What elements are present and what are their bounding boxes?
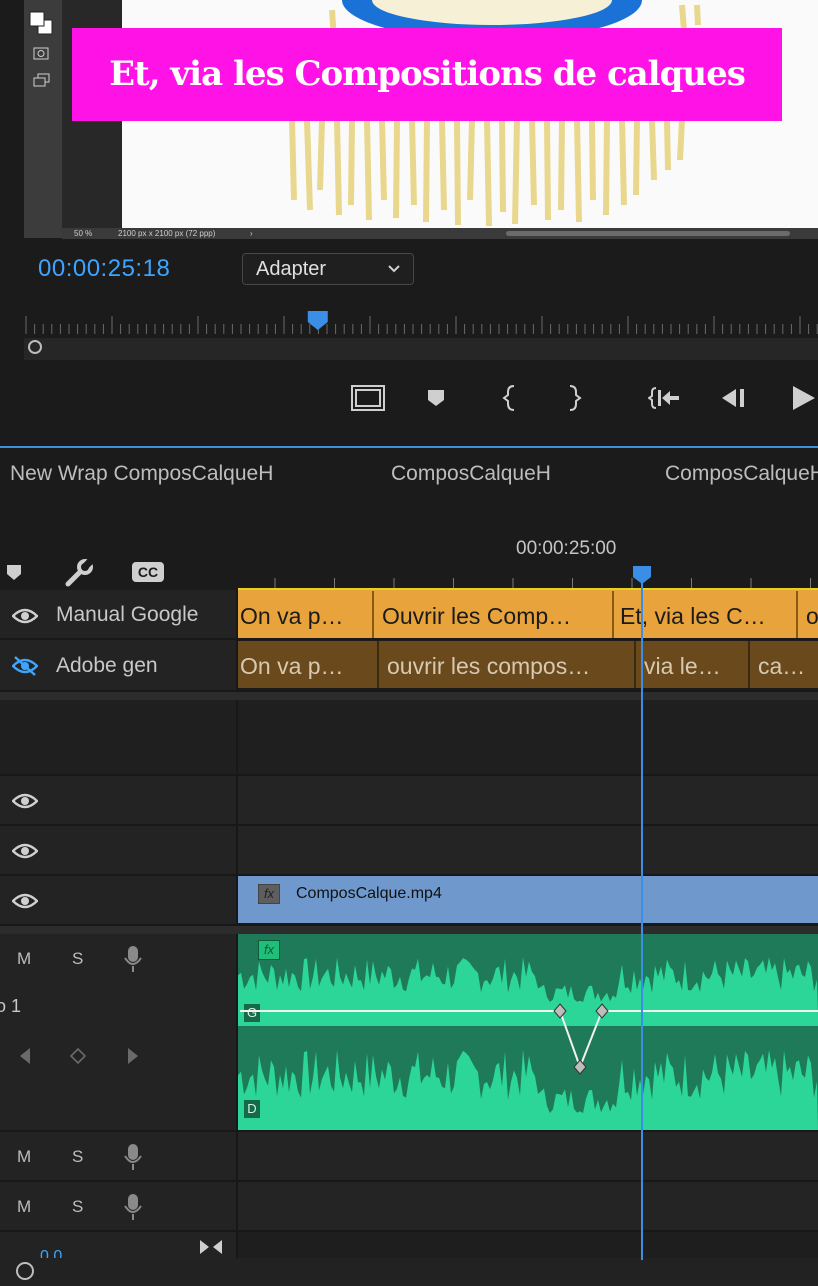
microphone-icon[interactable]: [122, 944, 144, 979]
track-content: [238, 1182, 818, 1230]
scroll-handle[interactable]: [16, 1262, 34, 1280]
go-to-in-icon[interactable]: [647, 386, 682, 415]
monitor-zoom-scrollbar[interactable]: [24, 338, 818, 360]
playhead-handle[interactable]: [632, 565, 652, 585]
track-header: M S: [0, 1132, 238, 1180]
chevron-down-icon: [387, 254, 401, 294]
timeline-time-label: 00:00:25:00: [516, 538, 617, 559]
monitor-playhead-marker[interactable]: [307, 311, 328, 330]
caption-clip[interactable]: ouvrir les compos…: [379, 641, 636, 688]
mark-out-icon[interactable]: [566, 384, 582, 417]
track-header: 0.0: [0, 1232, 238, 1260]
track-header: [0, 826, 238, 874]
color-swatches-icon[interactable]: [28, 8, 54, 36]
sequence-tab-1[interactable]: New Wrap ComposCalqueH: [10, 462, 273, 486]
add-marker-icon[interactable]: [6, 564, 22, 587]
timeline-zoom-scrollbar[interactable]: [0, 1258, 818, 1286]
playhead-line[interactable]: [641, 578, 643, 1260]
track-header: Adobe gen: [0, 640, 238, 690]
caption-clip[interactable]: On va p…: [238, 591, 374, 638]
video-clip[interactable]: fx ComposCalque.mp4: [238, 876, 818, 923]
eye-icon[interactable]: [11, 891, 39, 911]
solo-button[interactable]: S: [72, 949, 83, 969]
microphone-icon[interactable]: [122, 1142, 144, 1177]
video-clip-name: ComposCalque.mp4: [296, 885, 442, 902]
play-icon[interactable]: [790, 384, 818, 417]
monitor-time-ruler[interactable]: [24, 310, 818, 336]
scroll-handle[interactable]: [28, 340, 42, 354]
document-status-bar: 50 % 2100 px x 2100 px (72 ppp) ›: [62, 228, 818, 239]
zoom-fit-select[interactable]: Adapter: [242, 253, 414, 285]
track-content: [238, 1132, 818, 1180]
safe-margins-icon[interactable]: [350, 384, 386, 417]
volume-rubber-band[interactable]: [238, 934, 818, 1132]
track-header: [0, 776, 238, 824]
track-header: Manual Google: [0, 590, 238, 638]
photoshop-toolbar: [24, 0, 63, 238]
wrench-icon[interactable]: [64, 558, 94, 593]
sequence-tab-2[interactable]: ComposCalqueH: [391, 462, 551, 486]
caption-track-adobe-gen: Adobe gen On va p… ouvrir les compos… vi…: [0, 640, 818, 692]
empty-track-area: [0, 692, 818, 776]
svg-text:CC: CC: [138, 564, 158, 580]
track-content: [238, 700, 818, 774]
mute-button[interactable]: M: [17, 1197, 31, 1217]
keyframe-icon: [553, 1003, 609, 1075]
caption-clip[interactable]: via le…: [636, 641, 750, 688]
quick-mask-icon[interactable]: [32, 46, 52, 62]
track-header: [0, 700, 238, 774]
zoom-fit-value: Adapter: [256, 258, 327, 280]
zoom-level: 50 %: [74, 229, 93, 238]
track-name: Adobe gen: [56, 654, 158, 677]
caption-clip[interactable]: o: [798, 591, 818, 638]
track-content: [238, 826, 818, 874]
track-label: o 1: [0, 996, 22, 1016]
screen-mode-icon[interactable]: [32, 72, 52, 88]
video-track-1: fx ComposCalque.mp4: [0, 876, 818, 926]
caption-track-manual-google: Manual Google On va p… Ouvrir les Comp… …: [0, 590, 818, 640]
microphone-icon[interactable]: [122, 1192, 144, 1227]
eye-hidden-icon[interactable]: [11, 656, 39, 676]
track-header: [0, 876, 238, 924]
mute-button[interactable]: M: [17, 1147, 31, 1167]
video-track-3: [0, 776, 818, 826]
captions-icon[interactable]: CC: [131, 561, 165, 588]
caption-clip[interactable]: On va p…: [238, 641, 379, 688]
mute-button[interactable]: M: [17, 949, 31, 969]
document-info: 2100 px x 2100 px (72 ppp): [118, 229, 216, 238]
track-header: M S o 1: [0, 934, 238, 1130]
mark-in-icon[interactable]: [502, 384, 518, 417]
fx-badge-icon[interactable]: fx: [258, 884, 280, 904]
caption-clip[interactable]: Ouvrir les Comp…: [374, 591, 614, 638]
master-track: 0.0: [0, 1232, 818, 1260]
audio-track-3: M S: [0, 1182, 818, 1232]
solo-button[interactable]: S: [72, 1197, 83, 1217]
sequence-tab-3[interactable]: ComposCalqueH: [665, 462, 818, 486]
audio-track-2: M S: [0, 1132, 818, 1182]
panel-divider: [0, 446, 818, 448]
prev-keyframe-icon[interactable]: [18, 1046, 32, 1071]
video-track-2: [0, 826, 818, 876]
add-keyframe-icon[interactable]: [69, 1047, 87, 1069]
eye-icon[interactable]: [11, 606, 39, 626]
status-menu-chevron[interactable]: ›: [250, 228, 253, 239]
solo-button[interactable]: S: [72, 1147, 83, 1167]
eye-icon[interactable]: [11, 791, 39, 811]
track-name: Manual Google: [56, 603, 199, 626]
master-controls-icon[interactable]: [198, 1238, 224, 1260]
next-keyframe-icon[interactable]: [126, 1046, 140, 1071]
timeline-ruler[interactable]: [238, 560, 818, 590]
track-content: [238, 1232, 818, 1260]
audio-clip[interactable]: fx G D: [238, 934, 818, 1130]
eye-icon[interactable]: [11, 841, 39, 861]
add-marker-icon[interactable]: [426, 388, 446, 413]
track-header: M S: [0, 1182, 238, 1230]
caption-clip[interactable]: ca…: [750, 641, 818, 688]
playhead-timecode[interactable]: 00:00:25:18: [38, 255, 170, 283]
title-card-text: Et, via les Compositions de calques: [72, 28, 782, 121]
horizontal-scrollbar[interactable]: [506, 231, 790, 236]
audio-track-1: M S o 1 fx G D: [0, 926, 818, 1132]
step-back-icon[interactable]: [720, 386, 748, 415]
track-content: [238, 776, 818, 824]
